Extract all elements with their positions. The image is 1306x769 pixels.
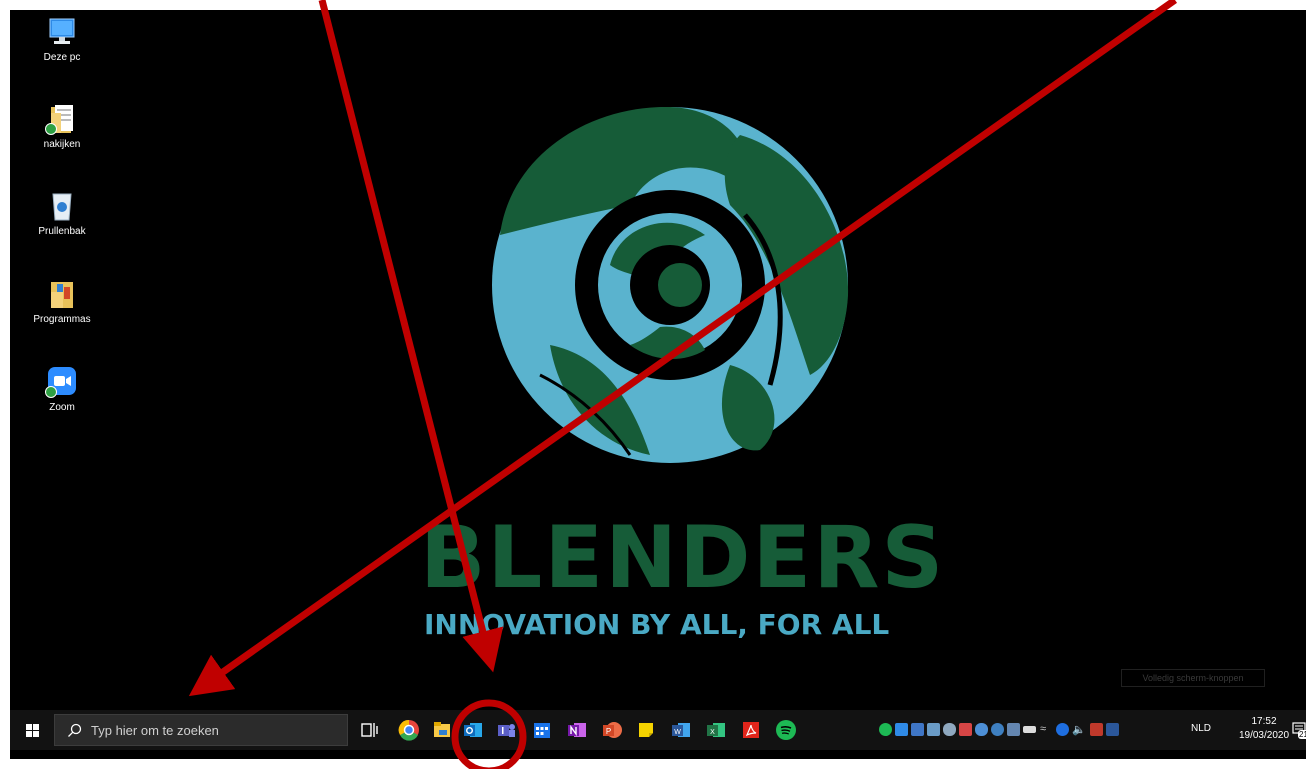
taskbar-app-sticky-notes[interactable]: [634, 718, 658, 742]
svg-text:W: W: [674, 729, 681, 736]
activate-windows-notice: Volledig scherm-knoppen: [1121, 669, 1265, 687]
taskbar-app-word[interactable]: W: [669, 718, 693, 742]
search-placeholder: Typ hier om te zoeken: [91, 723, 219, 738]
clock-time: 17:52: [1251, 716, 1277, 727]
wifi-tray-icon[interactable]: ≈: [1040, 723, 1053, 736]
taskbar-app-file-explorer[interactable]: [430, 718, 454, 742]
folder-icon: [45, 278, 79, 310]
word-tray-icon[interactable]: [1106, 723, 1119, 736]
taskbar-app-powerpoint[interactable]: P: [600, 718, 624, 742]
sticky-notes-icon: [639, 723, 653, 737]
search-input[interactable]: Typ hier om te zoeken: [54, 714, 348, 746]
task-view-button[interactable]: [358, 718, 382, 742]
bluetooth-tray-icon[interactable]: [1056, 723, 1069, 736]
security-tray-icon[interactable]: [1090, 723, 1103, 736]
desktop-icon-label: Programmas: [33, 314, 91, 325]
desktop-icon-label: Prullenbak: [38, 226, 86, 237]
desktop-icon-programmas[interactable]: Programmas: [24, 278, 100, 325]
clock-date: 19/03/2020: [1238, 730, 1290, 741]
taskbar-app-teams[interactable]: [494, 718, 518, 742]
onedrive-tray-icon[interactable]: [975, 723, 988, 736]
taskbar: Typ hier om te zoeken P W X ≈ 🔈 NLD 17:5…: [10, 710, 1306, 750]
computer-icon: [45, 16, 79, 48]
desktop-icon-label: Zoom: [49, 402, 75, 413]
cloud-tray-icon[interactable]: [943, 723, 956, 736]
acrobat-icon: [743, 722, 759, 738]
teams-tray-icon[interactable]: [911, 723, 924, 736]
action-center-button[interactable]: 21: [1292, 720, 1306, 740]
windows-logo-icon: [26, 724, 39, 737]
recycle-bin-icon: [45, 190, 79, 222]
desktop-icon-nakijken[interactable]: nakijken: [24, 103, 100, 150]
clock[interactable]: 17:52 19/03/2020: [1235, 715, 1293, 743]
desktop: Deze pc nakijken Prullenbak Programmas Z…: [10, 10, 1306, 759]
file-explorer-icon: [434, 722, 450, 737]
taskbar-app-acrobat[interactable]: [739, 718, 763, 742]
desktop-icon-zoom[interactable]: Zoom: [24, 366, 100, 413]
shield-tray-icon[interactable]: [959, 723, 972, 736]
onenote-icon: [568, 723, 586, 737]
desktop-icon-label: nakijken: [43, 139, 81, 150]
spotify-icon: [776, 720, 796, 740]
wallpaper-brand: BLENDERS: [420, 508, 946, 608]
calendar-icon: [534, 723, 550, 738]
wallpaper-tagline: INNOVATION BY ALL, FOR ALL: [424, 608, 890, 641]
svg-text:P: P: [606, 727, 611, 736]
excel-icon: X: [707, 723, 725, 737]
taskbar-app-calendar[interactable]: [530, 718, 554, 742]
chrome-icon: [398, 719, 419, 741]
volume-tray-icon[interactable]: 🔈: [1072, 723, 1086, 736]
desktop-icon-deze-pc[interactable]: Deze pc: [24, 16, 100, 63]
outlook-icon: [464, 723, 482, 737]
sync-status-icon: [45, 386, 57, 398]
taskbar-app-outlook[interactable]: [461, 718, 485, 742]
taskbar-app-onenote[interactable]: [565, 718, 589, 742]
task-view-icon: [361, 723, 378, 737]
display-tray-icon[interactable]: [1007, 723, 1020, 736]
zoom-app-icon: [45, 366, 79, 398]
word-icon: W: [672, 723, 690, 737]
sync-status-icon: [45, 123, 57, 135]
search-icon: [68, 723, 82, 737]
notification-count: 21: [1298, 730, 1306, 739]
blenders-logo-graphic: [492, 106, 849, 463]
taskbar-app-chrome[interactable]: [397, 718, 421, 742]
spotify-tray-icon[interactable]: [879, 723, 892, 736]
people-tray-icon[interactable]: [927, 723, 940, 736]
app-tray-icon[interactable]: [895, 723, 908, 736]
desktop-icon-label: Deze pc: [43, 52, 81, 63]
folder-icon: [45, 103, 79, 135]
svg-text:X: X: [710, 729, 715, 736]
start-button[interactable]: [10, 710, 54, 750]
desktop-icon-prullenbak[interactable]: Prullenbak: [24, 190, 100, 237]
teams-icon: [498, 724, 515, 737]
powerpoint-icon: P: [603, 722, 622, 738]
battery-tray-icon[interactable]: [1023, 726, 1036, 733]
sync-tray-icon[interactable]: [991, 723, 1004, 736]
language-indicator[interactable]: NLD: [1191, 723, 1211, 734]
taskbar-app-spotify[interactable]: [774, 718, 798, 742]
taskbar-app-excel[interactable]: X: [704, 718, 728, 742]
